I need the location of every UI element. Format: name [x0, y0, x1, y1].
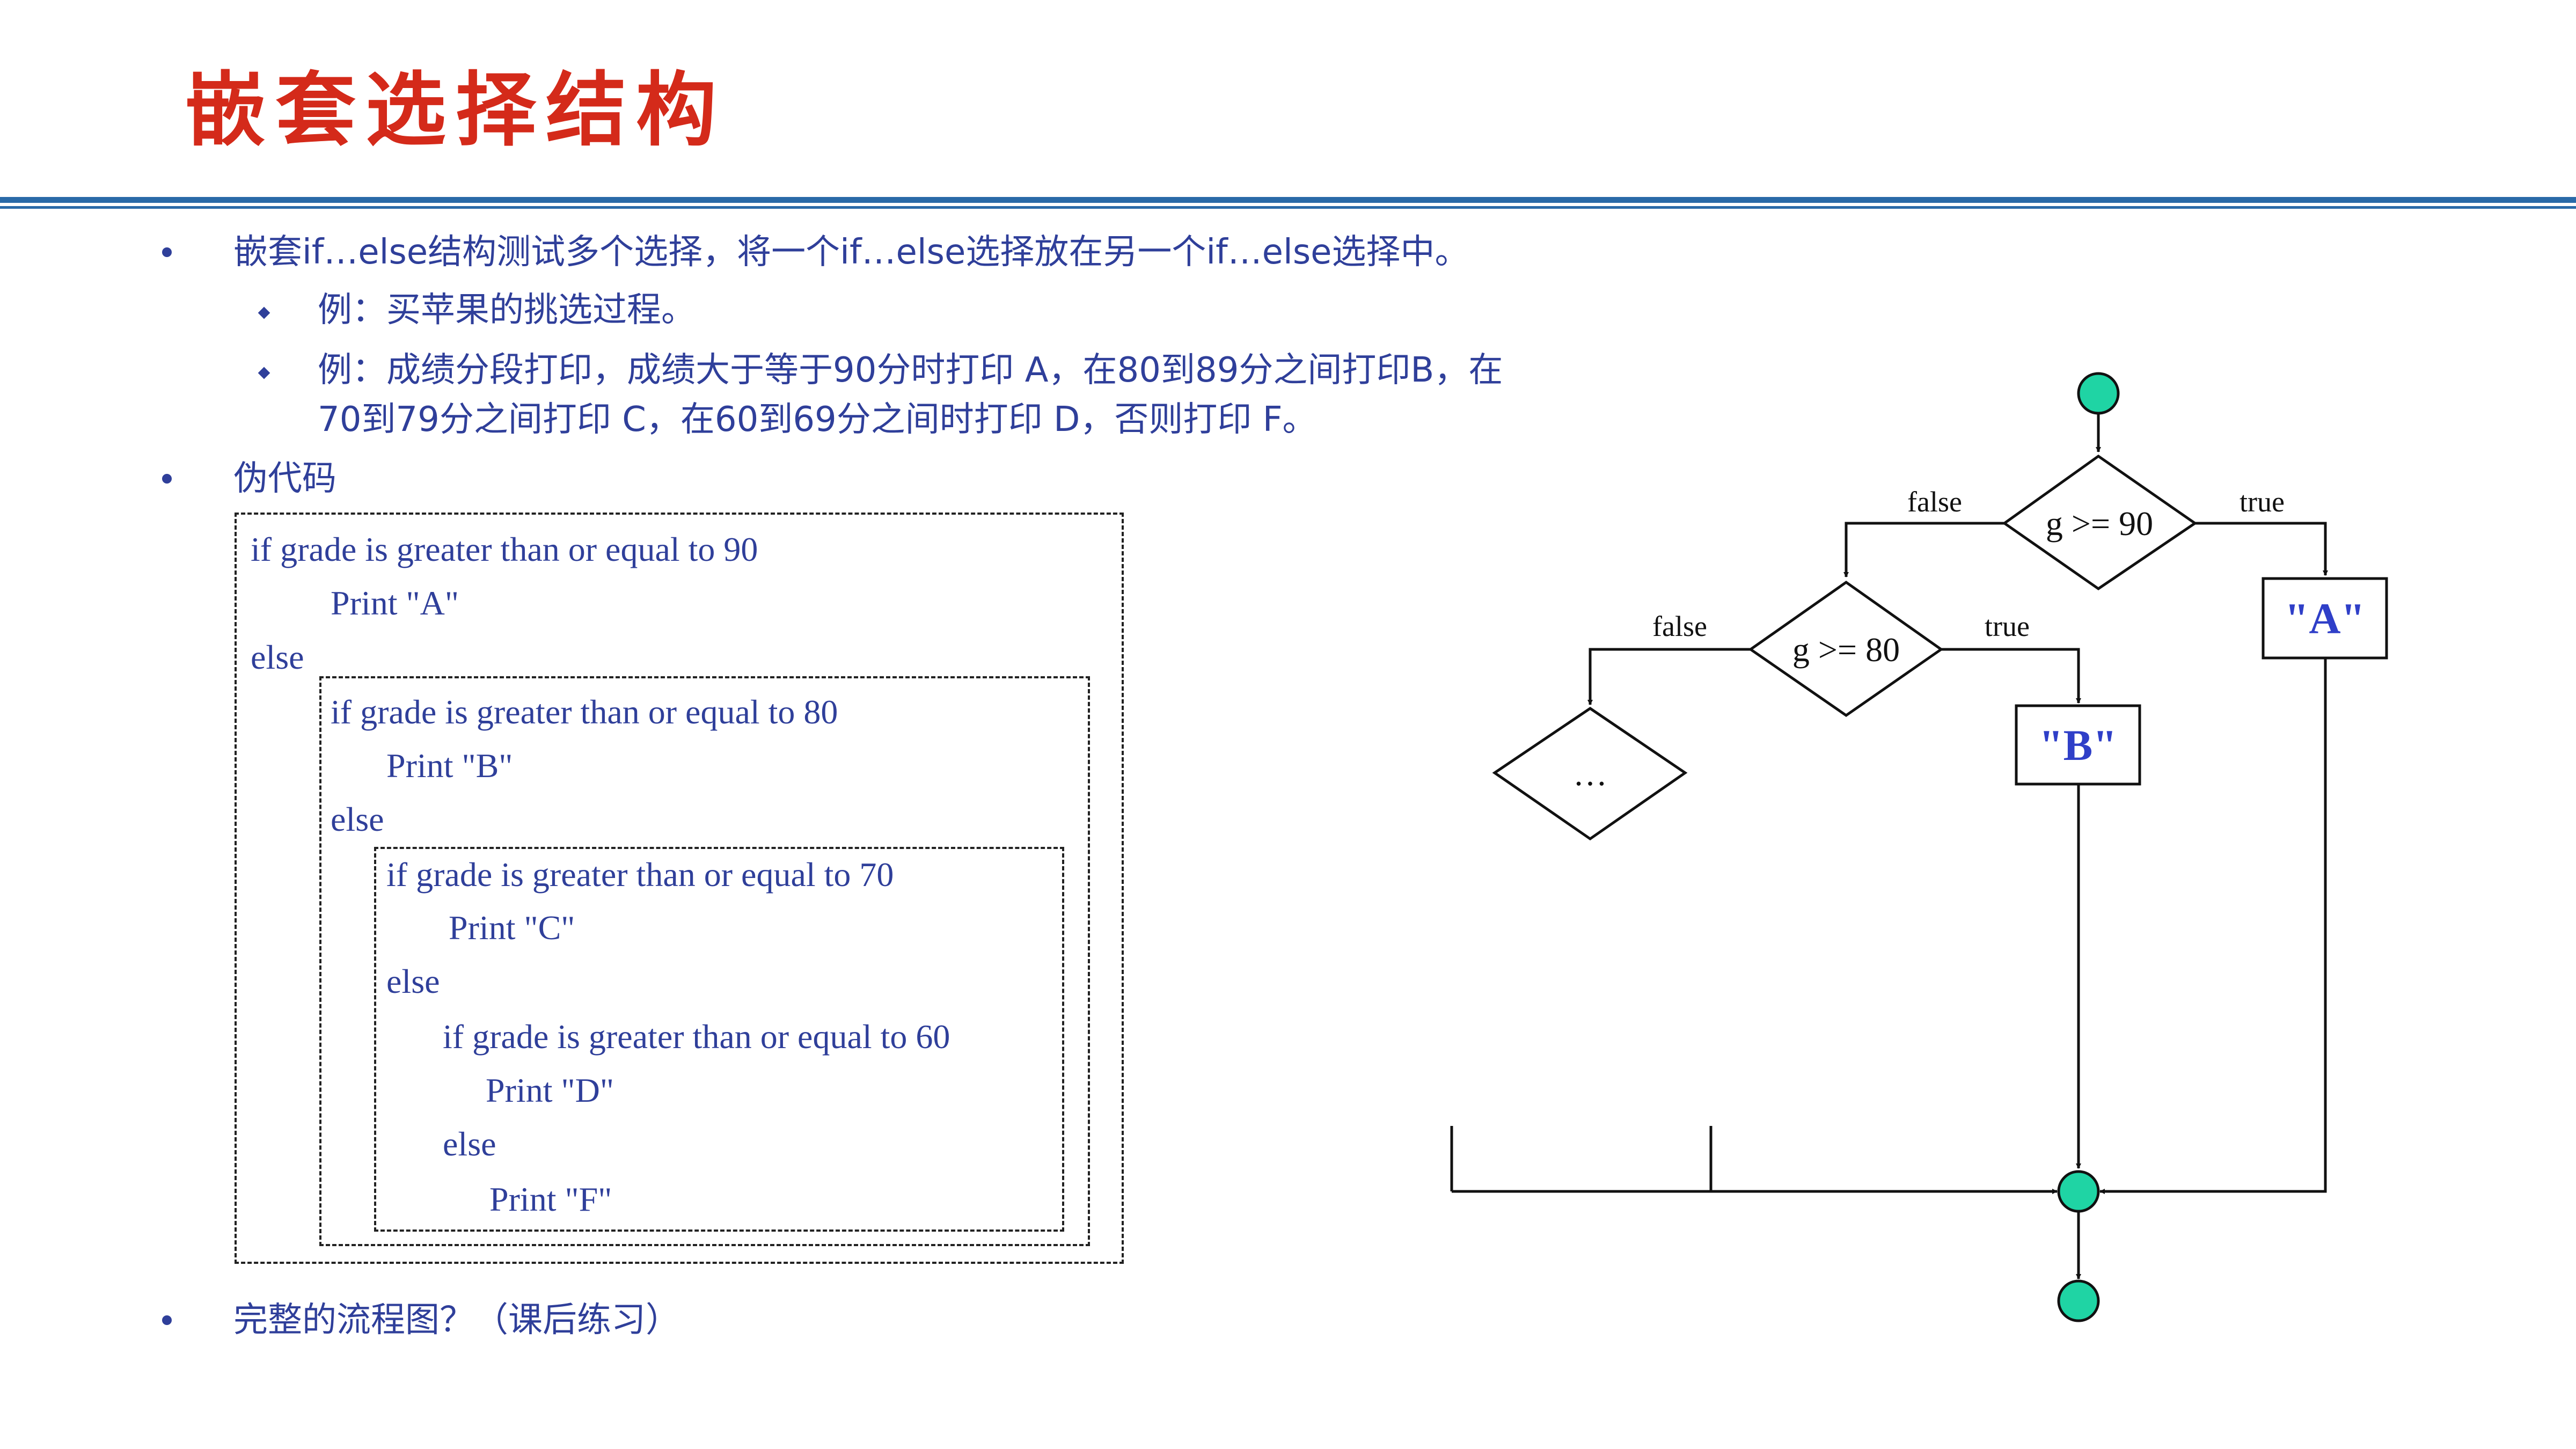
cond1-true-label: true [2240, 486, 2285, 518]
flowchart-connectors [1450, 414, 2328, 1279]
cond2-false-label: false [1652, 610, 1707, 642]
cond1-false-arrow [1843, 522, 2004, 577]
cond2-true-label: true [1985, 610, 2030, 642]
start-node [2077, 372, 2120, 415]
cond1-label: g >= 90 [2046, 504, 2153, 543]
merge-node [2057, 1170, 2100, 1213]
cond2-true-arrow [1941, 648, 2081, 704]
cond2-label: g >= 80 [1792, 631, 1900, 669]
cond1-true-arrow [2195, 522, 2328, 576]
cond2-false-arrow [1587, 648, 1751, 705]
output-a-label: "A" [2285, 594, 2365, 643]
cond1-false-label: false [1907, 486, 1962, 518]
output-b-label: "B" [2039, 721, 2117, 770]
end-node [2057, 1279, 2100, 1322]
slide: 嵌套选择结构 嵌套if…else结构测试多个选择，将一个if…else选择放在另… [0, 0, 2576, 1449]
flowchart: g >= 90 g >= 80 … false true false true … [1450, 372, 2388, 1322]
cond3-label: … [1573, 755, 1607, 793]
